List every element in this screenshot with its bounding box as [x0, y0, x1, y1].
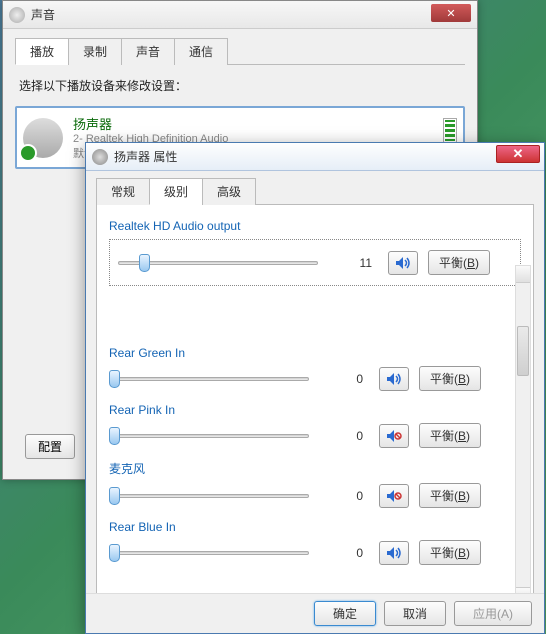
- slider-thumb[interactable]: [109, 487, 120, 505]
- channel-row: 0 平衡(B): [109, 540, 521, 565]
- volume-slider[interactable]: [109, 486, 309, 506]
- mute-button[interactable]: [379, 484, 409, 508]
- props-tabstrip: 常规 级别 高级: [96, 177, 534, 205]
- levels-panel: Realtek HD Audio output11平衡(B)Rear Green…: [96, 205, 534, 597]
- tab-sounds[interactable]: 声音: [121, 38, 175, 65]
- tab-playback[interactable]: 播放: [15, 38, 69, 65]
- slider-thumb[interactable]: [109, 427, 120, 445]
- channel-row: 0 平衡(B): [109, 366, 521, 391]
- instruction-text: 选择以下播放设备来修改设置：: [19, 77, 461, 94]
- props-title: 扬声器 属性: [114, 148, 177, 165]
- cancel-button[interactable]: 取消: [384, 601, 446, 626]
- ok-button[interactable]: 确定: [314, 601, 376, 626]
- slider-thumb[interactable]: [139, 254, 150, 272]
- slider-track: [109, 494, 309, 498]
- scrollbar-thumb[interactable]: [517, 326, 529, 376]
- tab-communications[interactable]: 通信: [174, 38, 228, 65]
- channel-label: Realtek HD Audio output: [109, 219, 521, 233]
- apply-button[interactable]: 应用(A): [454, 601, 532, 626]
- volume-value: 0: [319, 546, 369, 560]
- slider-thumb[interactable]: [109, 370, 120, 388]
- channel-label: Rear Pink In: [109, 403, 521, 417]
- balance-button[interactable]: 平衡(B): [419, 483, 481, 508]
- channel-group: Rear Blue In 0 平衡(B): [109, 520, 521, 565]
- close-button[interactable]: ✕: [496, 145, 540, 163]
- volume-slider[interactable]: [109, 369, 309, 389]
- channel-label: Rear Green In: [109, 346, 521, 360]
- slider-thumb[interactable]: [109, 544, 120, 562]
- speaker-small-icon: [92, 149, 108, 165]
- channel-group: Rear Pink In 0 平衡(B): [109, 403, 521, 448]
- channel-group: 麦克风 0 平衡(B): [109, 460, 521, 508]
- volume-value: 0: [319, 372, 369, 386]
- tab-general[interactable]: 常规: [96, 178, 150, 205]
- channel-label: 麦克风: [109, 460, 521, 477]
- slider-track: [109, 434, 309, 438]
- channel-label: Rear Blue In: [109, 520, 521, 534]
- channel-row: 0 平衡(B): [109, 423, 521, 448]
- balance-button[interactable]: 平衡(B): [419, 423, 481, 448]
- props-body: 常规 级别 高级 Realtek HD Audio output11平衡(B)R…: [86, 171, 544, 593]
- volume-value: 0: [319, 429, 369, 443]
- mute-button[interactable]: [388, 251, 418, 275]
- volume-value: 11: [328, 256, 378, 270]
- channel-row: 11 平衡(B): [109, 239, 521, 286]
- balance-button[interactable]: 平衡(B): [419, 366, 481, 391]
- device-name: 扬声器: [73, 114, 443, 133]
- props-titlebar[interactable]: 扬声器 属性 ✕: [86, 143, 544, 171]
- speaker-device-icon: [23, 118, 63, 158]
- balance-button[interactable]: 平衡(B): [419, 540, 481, 565]
- volume-slider[interactable]: [109, 543, 309, 563]
- slider-track: [109, 551, 309, 555]
- speaker-properties-window: 扬声器 属性 ✕ 常规 级别 高级 Realtek HD Audio outpu…: [85, 142, 545, 634]
- volume-slider[interactable]: [109, 426, 309, 446]
- configure-button[interactable]: 配置: [25, 434, 75, 459]
- slider-track: [109, 377, 309, 381]
- channel-group: Rear Green In 0 平衡(B): [109, 346, 521, 391]
- sound-titlebar[interactable]: 声音 ✕: [3, 1, 477, 29]
- tab-advanced[interactable]: 高级: [202, 178, 256, 205]
- tab-levels[interactable]: 级别: [149, 178, 203, 205]
- mute-button[interactable]: [379, 367, 409, 391]
- sound-tabstrip: 播放 录制 声音 通信: [15, 37, 465, 65]
- close-icon[interactable]: ✕: [431, 4, 471, 22]
- volume-value: 0: [319, 489, 369, 503]
- volume-slider[interactable]: [118, 253, 318, 273]
- tab-recording[interactable]: 录制: [68, 38, 122, 65]
- mute-button[interactable]: [379, 424, 409, 448]
- channel-group: Realtek HD Audio output 11 平衡(B): [109, 219, 521, 286]
- balance-button[interactable]: 平衡(B): [428, 250, 490, 275]
- vertical-scrollbar[interactable]: [515, 265, 531, 597]
- props-footer: 确定 取消 应用(A): [86, 593, 544, 633]
- channel-row: 0 平衡(B): [109, 483, 521, 508]
- mute-button[interactable]: [379, 541, 409, 565]
- speaker-app-icon: [9, 7, 25, 23]
- sound-window-title: 声音: [31, 6, 55, 23]
